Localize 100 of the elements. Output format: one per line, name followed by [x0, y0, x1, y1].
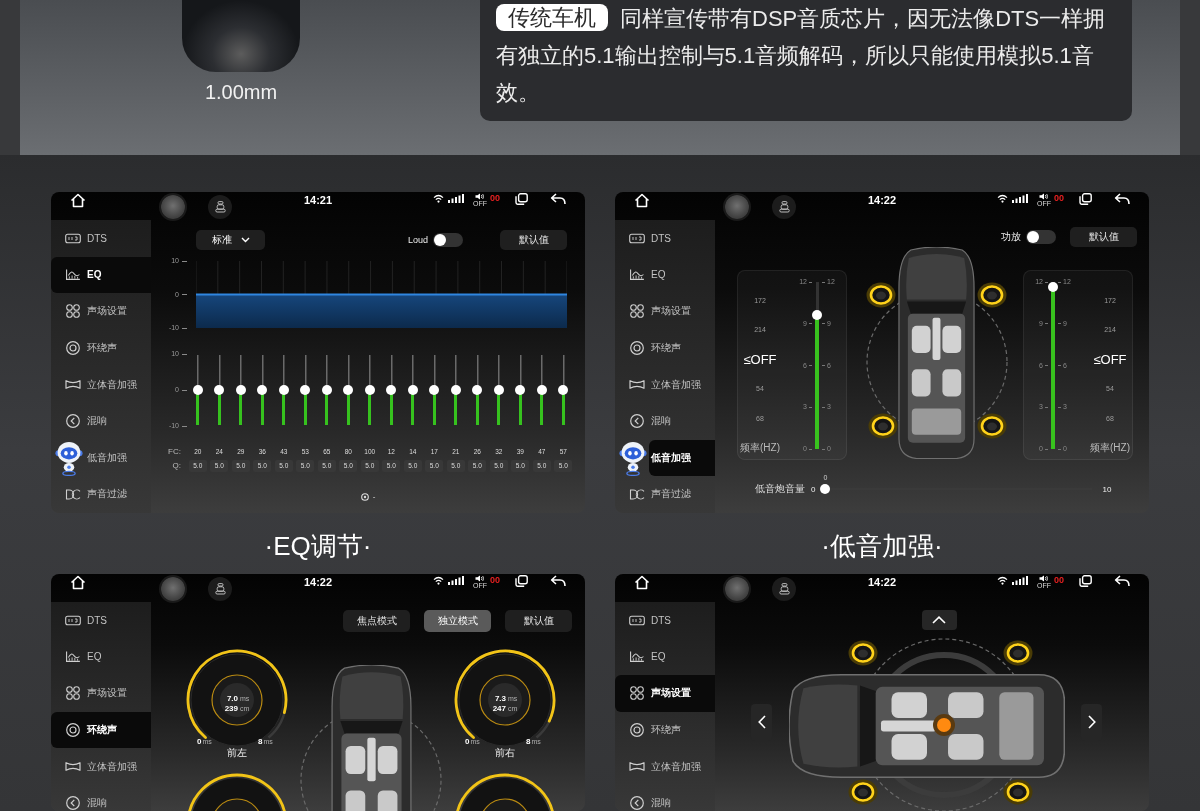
sidebar-item[interactable]: 环绕声	[615, 711, 715, 749]
seat-button[interactable]	[772, 195, 796, 219]
toggle-label: 功放	[1001, 230, 1021, 244]
slider-thumb[interactable]	[472, 385, 483, 395]
sidebar-item[interactable]: 混响	[615, 402, 715, 440]
frequency-option[interactable]: ≤OFF	[1093, 352, 1127, 367]
round-button[interactable]	[161, 195, 185, 219]
sidebar-item[interactable]: DTS	[615, 602, 715, 639]
sidebar-item[interactable]: 声场设置	[615, 675, 715, 712]
sidebar-item[interactable]: 混响	[615, 784, 715, 811]
toggle-switch[interactable]	[1026, 230, 1056, 244]
home-icon[interactable]	[70, 193, 86, 208]
slider-thumb[interactable]	[429, 385, 440, 395]
sidebar-item[interactable]: 混响	[51, 784, 151, 811]
badge-icon	[65, 614, 81, 626]
target-icon	[630, 341, 644, 356]
sidebar-item[interactable]: 低音加强	[85, 439, 151, 477]
slider-thumb[interactable]	[214, 385, 225, 395]
frequency-option[interactable]: ≤OFF	[743, 352, 777, 367]
sidebar-item[interactable]: 立体音加强	[615, 366, 715, 403]
range-min-value: 0	[465, 737, 470, 746]
slider-thumb[interactable]	[515, 385, 526, 395]
sidebar-item[interactable]: 环绕声	[615, 329, 715, 367]
slider-thumb[interactable]	[386, 385, 397, 395]
squares-icon[interactable]	[515, 575, 528, 587]
slider-thumb[interactable]	[364, 385, 375, 395]
four-circles-icon	[66, 304, 80, 319]
back-icon[interactable]	[1114, 193, 1130, 205]
back-icon[interactable]	[550, 193, 566, 205]
toggle-switch[interactable]	[433, 233, 463, 247]
squares-icon[interactable]	[1079, 575, 1092, 587]
seat-button[interactable]	[208, 195, 232, 219]
home-icon[interactable]	[634, 575, 650, 590]
slider-thumb[interactable]	[450, 385, 461, 395]
sidebar-item[interactable]: 声音过滤	[51, 476, 151, 513]
sidebar-item[interactable]: EQ	[615, 638, 715, 676]
slider-thumb[interactable]	[235, 385, 246, 395]
slider-thumb[interactable]	[192, 385, 203, 395]
sidebar-item[interactable]: 声场设置	[615, 293, 715, 330]
listener-position-icon[interactable]	[933, 714, 955, 736]
sidebar-item[interactable]: 声场设置	[51, 293, 151, 330]
slider-thumb[interactable]	[321, 385, 332, 395]
sidebar-item[interactable]: DTS	[51, 602, 151, 639]
round-button[interactable]	[161, 577, 185, 601]
half-circles-icon	[65, 488, 81, 500]
home-icon[interactable]	[634, 193, 650, 208]
default-button[interactable]: 默认值	[505, 610, 572, 632]
slider-thumb[interactable]	[407, 385, 418, 395]
sidebar-item[interactable]: 环绕声	[51, 329, 151, 367]
seat-button[interactable]	[208, 577, 232, 601]
squares-icon[interactable]	[1079, 193, 1092, 205]
home-icon[interactable]	[70, 575, 86, 590]
slider-thumb[interactable]	[812, 310, 822, 321]
slider-thumb[interactable]	[343, 385, 354, 395]
distance-value: 247	[492, 704, 506, 714]
default-button[interactable]: 默认值	[500, 230, 567, 250]
robot-icon[interactable]	[55, 441, 83, 476]
sidebar-item[interactable]: EQ	[51, 256, 151, 294]
chevron-down-icon	[240, 237, 250, 243]
squares-icon[interactable]	[515, 193, 528, 205]
slider-thumb[interactable]	[278, 385, 289, 395]
preset-dropdown[interactable]: 标准	[196, 230, 265, 250]
round-button[interactable]	[725, 577, 749, 601]
sidebar-item[interactable]: 环绕声	[51, 711, 151, 749]
default-button[interactable]: 默认值	[1070, 227, 1137, 247]
back-icon[interactable]	[550, 575, 566, 587]
robot-icon[interactable]	[619, 441, 647, 476]
gauge-dial[interactable]	[454, 773, 556, 811]
mode-tab[interactable]: 焦点模式	[343, 610, 410, 632]
slider-thumb[interactable]	[820, 484, 831, 494]
up-button[interactable]	[921, 610, 957, 630]
sidebar-item[interactable]: 混响	[51, 402, 151, 440]
mode-tab[interactable]: 独立模式	[424, 610, 491, 632]
chevron-left-icon	[757, 715, 766, 729]
slider-max-label: 10	[1102, 484, 1112, 494]
sidebar-item[interactable]: DTS	[51, 220, 151, 257]
slider-thumb[interactable]	[257, 385, 268, 395]
slider-thumb[interactable]	[536, 385, 547, 395]
toggle-label: Loud	[407, 235, 428, 245]
sidebar-item[interactable]: DTS	[615, 220, 715, 257]
slider-thumb[interactable]	[300, 385, 311, 395]
chevron-circle-icon	[66, 796, 80, 811]
slider-thumb[interactable]	[493, 385, 504, 395]
sidebar-item[interactable]: EQ	[51, 638, 151, 676]
sidebar-item[interactable]: 声场设置	[51, 675, 151, 712]
chart-icon	[629, 269, 645, 281]
slider-thumb[interactable]	[558, 385, 569, 395]
sidebar-item[interactable]: 低音加强	[649, 439, 715, 477]
sidebar-item[interactable]: 立体音加强	[615, 748, 715, 785]
chart-icon	[629, 651, 645, 663]
sidebar-item[interactable]: 立体音加强	[51, 748, 151, 785]
sidebar-item[interactable]: 立体音加强	[51, 366, 151, 403]
sidebar-item[interactable]: 声音过滤	[615, 476, 715, 513]
round-button[interactable]	[725, 195, 749, 219]
gauge-dial[interactable]	[186, 773, 288, 811]
sidebar-item[interactable]: EQ	[615, 256, 715, 294]
half-circles-icon	[629, 488, 645, 500]
back-icon[interactable]	[1114, 575, 1130, 587]
slider-thumb[interactable]	[1048, 282, 1058, 292]
seat-button[interactable]	[772, 577, 796, 601]
